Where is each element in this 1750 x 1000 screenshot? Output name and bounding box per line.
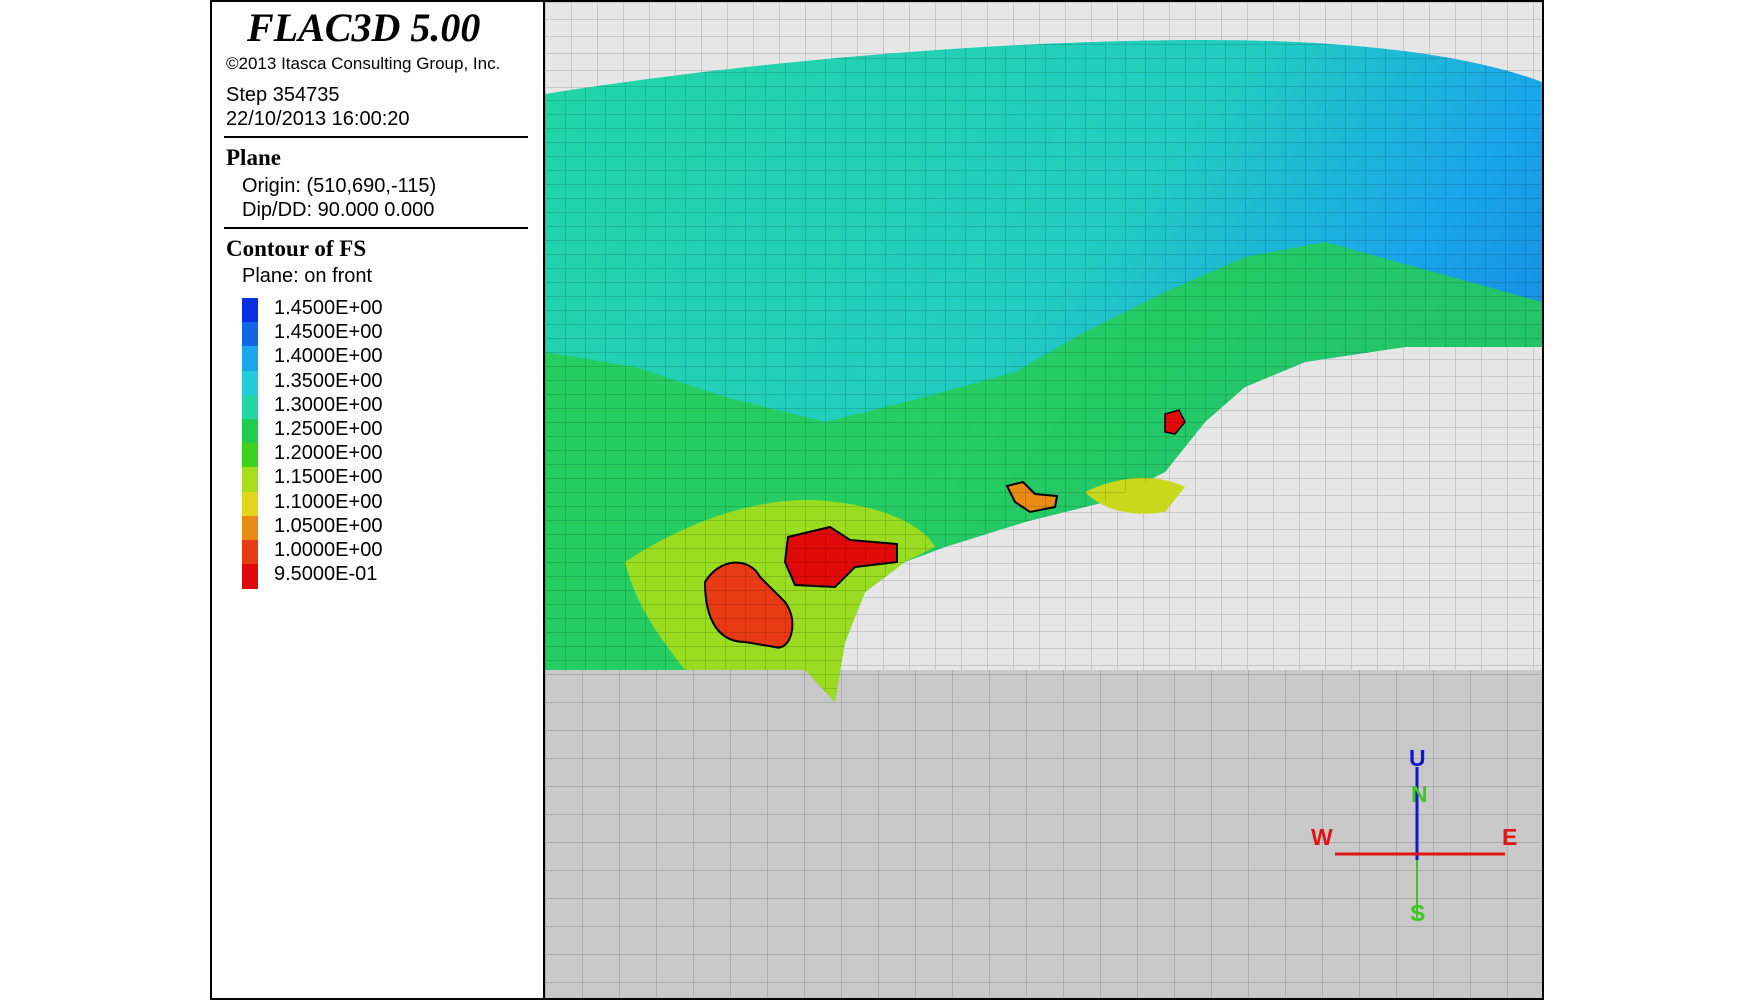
divider [224,136,528,138]
contour-section-title: Contour of FS [226,236,367,261]
legend-swatch [242,346,258,372]
legend-level-label: 1.2000E+00 [274,442,383,465]
plane-dip: Dip/DD: 90.000 0.000 [242,199,435,221]
axis-label-west: W [1311,824,1333,850]
model-render [545,2,1542,998]
legend-swatch [242,394,258,420]
divider [224,227,528,229]
legend-level-label: 1.3000E+00 [274,393,383,416]
legend-level-label: 1.0500E+00 [274,514,383,537]
contour-plane-mode: Plane: on front [242,265,373,287]
legend-swatch [242,419,258,444]
legend-level-label: 1.1000E+00 [274,490,383,513]
legend-swatch [242,298,258,323]
legend-swatch [242,467,258,493]
axis-label-east: E [1502,824,1518,850]
legend-swatch [242,491,258,517]
legend-panel: FLAC3D 5.00 ©2013 Itasca Consulting Grou… [212,2,545,998]
legend-swatch [242,370,258,396]
legend-level-label: 1.4500E+00 [274,321,383,344]
plot-frame: FLAC3D 5.00 ©2013 Itasca Consulting Grou… [210,0,1544,1000]
copyright-text: ©2013 Itasca Consulting Group, Inc. [226,54,501,73]
axis-label-south: S [1410,900,1426,926]
axis-label-up: U [1409,745,1426,771]
timestamp: 22/10/2013 16:00:20 [226,108,410,130]
lower-model-face [545,670,1542,998]
legend-swatch [242,540,258,565]
legend-swatch [242,322,258,348]
legend-level-label: 1.2500E+00 [274,418,383,440]
app-title: FLAC3D 5.00 [247,5,481,50]
legend-level-label: 1.0000E+00 [274,539,383,561]
model-viewport[interactable]: U N W E S [545,2,1542,998]
plane-origin: Origin: (510,690,-115) [242,175,437,197]
axis-label-north: N [1411,781,1428,807]
legend-level-label: 9.5000E-01 [274,563,378,586]
plane-section-title: Plane [226,145,281,170]
legend-level-label: 1.4000E+00 [274,345,383,368]
step-counter: Step 354735 [226,84,340,106]
legend-level-label: 1.3500E+00 [274,369,383,392]
legend-swatch [242,564,258,590]
legend-swatch [242,443,258,469]
legend-swatch [242,515,258,541]
legend-level-label: 1.4500E+00 [274,297,383,319]
legend-level-label: 1.1500E+00 [274,466,383,489]
